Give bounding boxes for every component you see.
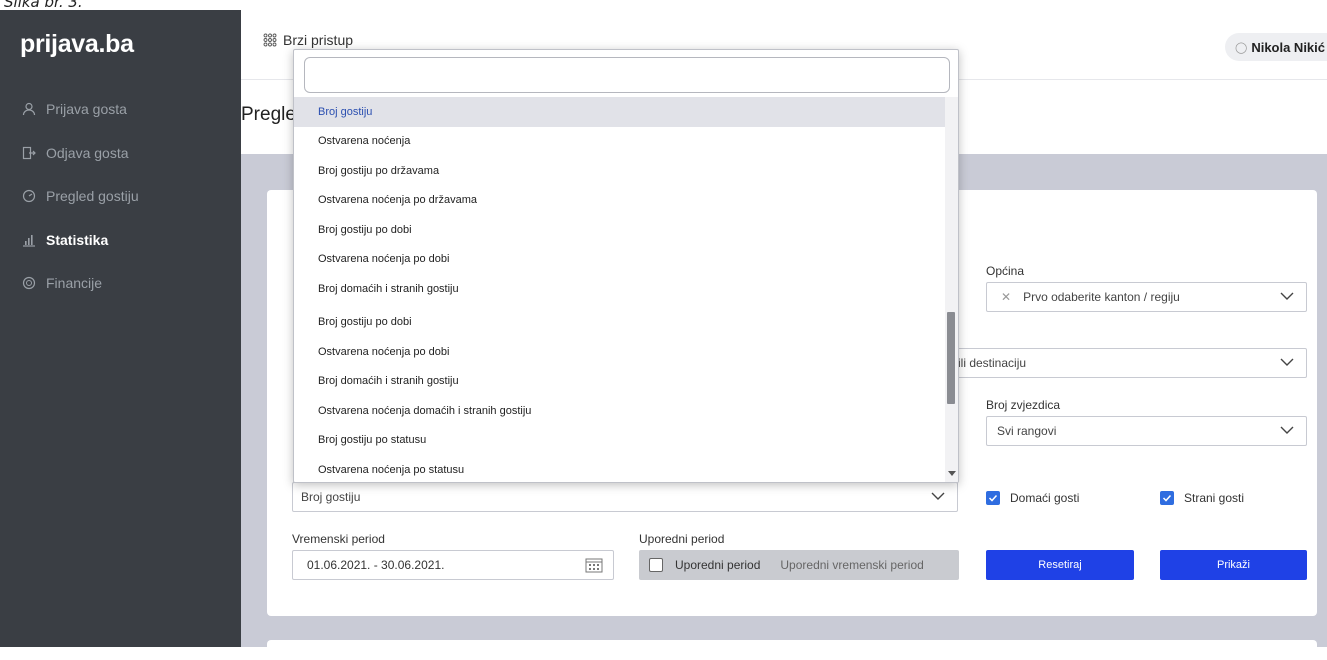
gauge-icon — [20, 187, 38, 205]
vremenski-period-input[interactable]: 01.06.2021. - 30.06.2021. — [292, 550, 614, 580]
figure-caption: Slika br. 3. — [4, 0, 83, 10]
chevron-down-icon — [1280, 426, 1294, 434]
sidebar-item-label: Prijava gosta — [46, 101, 127, 117]
user-name: Nikola Nikić — [1251, 39, 1326, 55]
quick-access[interactable]: Brzi pristup — [263, 32, 353, 48]
dropdown-list: Broj gostiju Ostvarena noćenja Broj gost… — [294, 97, 946, 482]
user-icon: ◯ — [1235, 41, 1248, 54]
vremenski-period-value: 01.06.2021. - 30.06.2021. — [307, 558, 445, 572]
sidebar-item-label: Pregled gostiju — [46, 188, 139, 204]
sidebar-item-label: Statistika — [46, 232, 109, 248]
checkbox-checked-icon[interactable] — [1160, 491, 1174, 505]
quick-access-label: Brzi pristup — [283, 32, 354, 48]
opcina-label: Općina — [986, 264, 1025, 278]
scroll-down-arrow-icon[interactable] — [948, 471, 956, 476]
dropdown-option[interactable]: Broj gostiju po dobi — [294, 308, 946, 338]
chart-icon — [20, 231, 38, 249]
app-logo[interactable]: prijava.ba — [20, 30, 134, 59]
clear-icon[interactable]: ✕ — [1001, 290, 1011, 304]
sidebar: prijava.ba Prijava gosta Odjava gosta Pr… — [0, 10, 241, 647]
dropdown-scrollbar[interactable] — [945, 97, 958, 482]
zvjezdice-value: Svi rangovi — [997, 424, 1057, 438]
dropdown-option[interactable]: Broj domaćih i stranih gostiju — [294, 367, 946, 397]
report-type-value: Broj gostiju — [301, 490, 361, 504]
report-type-dropdown: Broj gostiju Ostvarena noćenja Broj gost… — [293, 49, 959, 483]
dropdown-option[interactable]: Ostvarena noćenja — [294, 127, 946, 157]
vremenski-period-label: Vremenski period — [292, 532, 385, 546]
chevron-down-icon — [1280, 358, 1294, 366]
sidebar-item-prijava-gosta[interactable]: Prijava gosta — [20, 94, 127, 124]
chevron-down-icon — [1280, 292, 1294, 300]
strani-gosti-checkbox[interactable]: Strani gosti — [1160, 491, 1244, 505]
destinacija-placeholder: ili destinaciju — [958, 356, 1027, 370]
uporedni-period-control[interactable]: Uporedni period Uporedni vremenski perio… — [639, 550, 959, 580]
sidebar-item-pregled-gostiju[interactable]: Pregled gostiju — [20, 181, 139, 211]
opcina-placeholder: Prvo odaberite kanton / regiju — [1023, 290, 1180, 304]
checkbox-checked-icon[interactable] — [986, 491, 1000, 505]
reset-button[interactable]: Resetiraj — [986, 550, 1134, 580]
domaci-gosti-label: Domaći gosti — [1010, 491, 1080, 505]
grid-icon — [263, 33, 277, 47]
sidebar-item-financije[interactable]: Financije — [20, 268, 102, 298]
show-button[interactable]: Prikaži — [1160, 550, 1307, 580]
strani-gosti-label: Strani gosti — [1184, 491, 1245, 505]
sidebar-item-label: Financije — [46, 275, 103, 291]
dropdown-option[interactable]: Ostvarena noćenja po dobi — [294, 337, 946, 367]
opcina-select[interactable]: ✕ Prvo odaberite kanton / regiju — [986, 282, 1307, 312]
results-card — [267, 640, 1317, 660]
sidebar-item-label: Odjava gosta — [46, 145, 129, 161]
dropdown-option[interactable]: Ostvarena noćenja domaćih i stranih gost… — [294, 396, 946, 426]
dropdown-option[interactable]: Ostvarena noćenja po statusu — [294, 455, 946, 482]
calendar-icon[interactable] — [585, 557, 603, 576]
uporedni-period-checkbox[interactable] — [649, 558, 663, 572]
logout-icon — [20, 144, 38, 162]
dropdown-search-input[interactable] — [304, 57, 950, 93]
sidebar-item-statistika[interactable]: Statistika — [20, 225, 108, 255]
zvjezdice-label: Broj zvjezdica — [986, 398, 1061, 412]
sidebar-item-odjava-gosta[interactable]: Odjava gosta — [20, 138, 129, 168]
scrollbar-thumb[interactable] — [947, 312, 955, 404]
zvjezdice-select[interactable]: Svi rangovi — [986, 416, 1307, 446]
uporedni-period-checkbox-label: Uporedni period — [675, 558, 761, 572]
uporedni-period-label: Uporedni period — [639, 532, 725, 546]
user-menu[interactable]: ◯ Nikola Nikić — [1225, 33, 1327, 61]
domaci-gosti-checkbox[interactable]: Domaći gosti — [986, 491, 1079, 505]
dropdown-option[interactable]: Ostvarena noćenja po dobi — [294, 245, 946, 275]
chevron-down-icon — [931, 492, 945, 500]
dropdown-option[interactable]: Broj gostiju — [294, 97, 946, 127]
dropdown-option[interactable]: Broj gostiju po statusu — [294, 426, 946, 456]
report-type-select[interactable]: Broj gostiju — [292, 482, 958, 512]
user-icon — [20, 100, 38, 118]
dropdown-option[interactable]: Ostvarena noćenja po državama — [294, 186, 946, 216]
dropdown-option[interactable]: Broj gostiju po državama — [294, 156, 946, 186]
coins-icon — [20, 274, 38, 292]
dropdown-option[interactable]: Broj domaćih i stranih gostiju — [294, 274, 946, 304]
dropdown-option[interactable]: Broj gostiju po dobi — [294, 215, 946, 245]
uporedni-period-placeholder: Uporedni vremenski period — [780, 558, 924, 572]
